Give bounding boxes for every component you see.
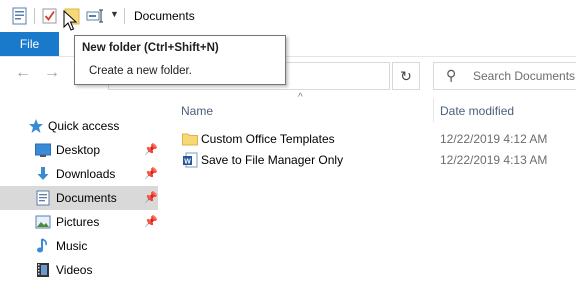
file-tab[interactable]: File — [0, 32, 59, 56]
nav-label: Desktop — [56, 143, 101, 157]
sort-indicator-icon: ^ — [298, 92, 303, 103]
title-bar: ▼ Documents — [0, 0, 576, 32]
pin-icon[interactable]: 📌 — [144, 143, 158, 156]
file-name: Custom Office Templates — [201, 132, 335, 146]
back-arrow-icon[interactable]: ← — [15, 64, 31, 82]
nav-item-music[interactable]: Music — [0, 234, 158, 258]
pin-icon[interactable]: 📌 — [144, 167, 158, 180]
qat-separator — [34, 8, 35, 24]
nav-item-downloads[interactable]: Downloads 📌 — [0, 162, 158, 186]
qat-separator — [124, 8, 125, 24]
checkmark-icon[interactable] — [42, 7, 58, 25]
documents-icon — [36, 190, 50, 206]
file-row[interactable]: Custom Office Templates 12/22/2019 4:12 … — [176, 129, 576, 149]
window-title: Documents — [134, 9, 195, 23]
tooltip-description: Create a new folder. — [89, 65, 192, 77]
nav-item-pictures[interactable]: Pictures 📌 — [0, 210, 158, 234]
nav-item-quick-access[interactable]: Quick access — [0, 114, 158, 138]
file-row[interactable]: W Save to File Manager Only 12/22/2019 4… — [176, 150, 576, 170]
column-divider[interactable] — [433, 98, 434, 122]
column-header-date-modified[interactable]: Date modified — [440, 104, 514, 118]
nav-item-videos[interactable]: Videos — [0, 258, 158, 282]
pictures-icon — [35, 215, 51, 229]
search-placeholder: Search Documents — [473, 69, 576, 83]
forward-arrow-icon[interactable]: → — [44, 64, 60, 82]
search-icon: ⚲ — [446, 67, 457, 83]
music-icon — [37, 238, 47, 253]
nav-label: Pictures — [56, 215, 100, 229]
refresh-button[interactable]: ↻ — [392, 62, 420, 90]
properties-icon[interactable] — [12, 7, 28, 25]
pin-icon[interactable]: 📌 — [144, 191, 158, 204]
customize-qat-icon[interactable]: ▼ — [110, 9, 119, 19]
nav-label: Music — [56, 239, 88, 253]
nav-item-desktop[interactable]: Desktop 📌 — [0, 138, 158, 162]
videos-icon — [37, 263, 49, 277]
file-date: 12/22/2019 4:13 AM — [440, 153, 548, 167]
nav-label: Downloads — [56, 167, 116, 181]
column-header-name[interactable]: Name — [181, 104, 213, 118]
desktop-icon — [35, 143, 51, 157]
nav-label: Documents — [56, 191, 117, 205]
file-date: 12/22/2019 4:12 AM — [440, 132, 548, 146]
tooltip: New folder (Ctrl+Shift+N) Create a new f… — [74, 35, 286, 85]
download-icon — [37, 167, 49, 180]
svg-text:W: W — [184, 158, 191, 165]
nav-item-documents[interactable]: Documents 📌 — [0, 186, 158, 210]
tooltip-title: New folder (Ctrl+Shift+N) — [82, 42, 219, 54]
file-name: Save to File Manager Only — [201, 153, 344, 167]
nav-label: Quick access — [48, 119, 120, 133]
word-doc-icon: W — [183, 152, 198, 168]
star-icon — [29, 119, 43, 133]
rename-icon[interactable] — [86, 7, 104, 25]
pin-icon[interactable]: 📌 — [144, 215, 158, 228]
mouse-cursor-icon — [63, 10, 77, 31]
folder-icon — [182, 133, 198, 146]
nav-label: Videos — [56, 263, 93, 277]
